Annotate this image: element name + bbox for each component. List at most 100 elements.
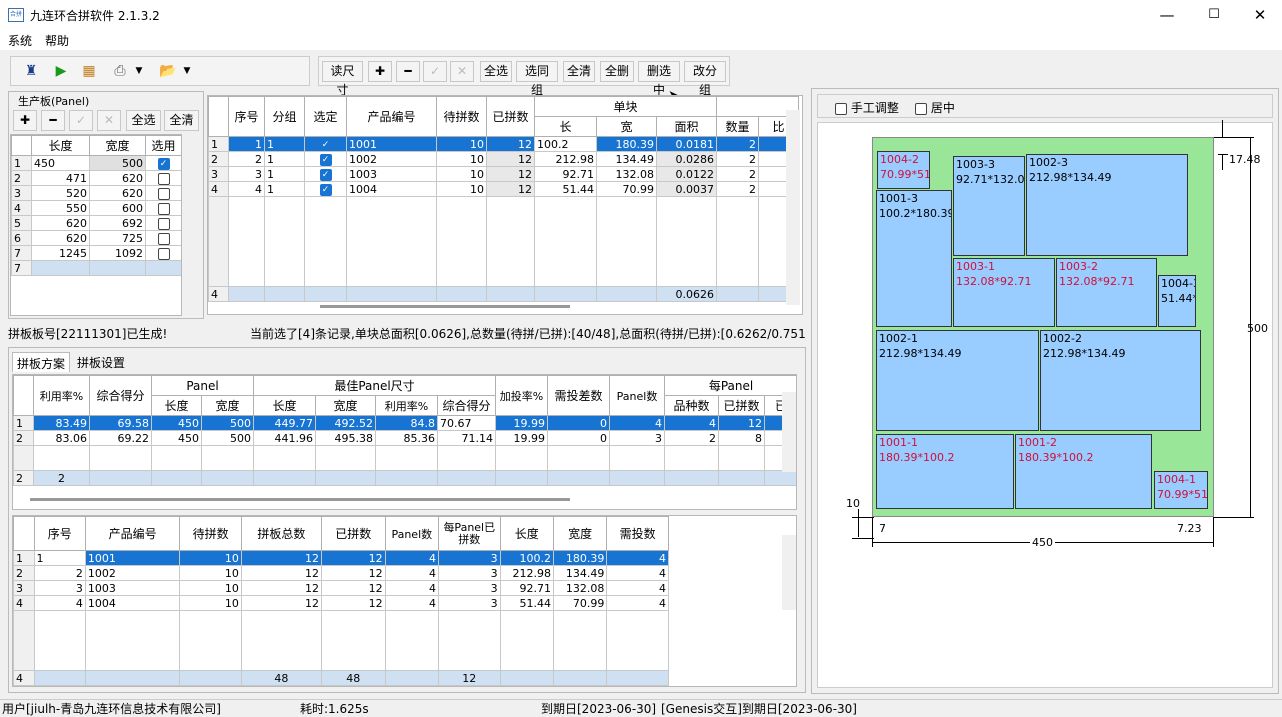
table-row[interactable]: 3 3 1003 10 12 12 4 3 92.71 132.08 4: [13, 580, 669, 596]
total-cell[interactable]: 12: [240, 595, 322, 611]
layout-piece[interactable]: 1001-1 180.39*100.2: [876, 434, 1014, 509]
bscore-cell[interactable]: 70.67: [437, 415, 496, 431]
col-len[interactable]: 长度: [499, 516, 554, 551]
products-h-scrollbar[interactable]: [320, 305, 570, 308]
code-cell[interactable]: 1003: [84, 580, 181, 596]
col-width[interactable]: 宽度: [89, 135, 146, 156]
layout-piece[interactable]: 1001-2 180.39*100.2: [1015, 434, 1152, 509]
row-header[interactable]: 4: [11, 200, 32, 216]
change-group-button[interactable]: 改分组: [684, 61, 726, 97]
pwid-cell[interactable]: 500: [201, 415, 254, 431]
maximize-button[interactable]: ☐: [1191, 2, 1237, 28]
need-cell[interactable]: 4: [606, 580, 669, 596]
len-cell[interactable]: 92.71: [499, 580, 554, 596]
use-checkbox[interactable]: [145, 245, 181, 261]
use-checkbox[interactable]: [145, 170, 181, 186]
row-header[interactable]: 3: [13, 580, 35, 596]
len-cell[interactable]: 92.71: [534, 166, 597, 182]
col-total[interactable]: 拼板总数: [240, 516, 322, 551]
table-row[interactable]: 7 1245 1092: [11, 245, 181, 261]
per-panel-cell[interactable]: 3: [437, 550, 501, 566]
wid-cell[interactable]: 134.49: [552, 565, 608, 581]
col-need[interactable]: 需投数: [606, 516, 669, 551]
plan-h-scrollbar[interactable]: [30, 498, 570, 501]
qty-cell[interactable]: 2: [716, 136, 760, 152]
area-cell[interactable]: 0.0286: [655, 151, 718, 167]
seq-cell[interactable]: 4: [228, 181, 265, 197]
table-row[interactable]: 2 2 1002 10 12 12 4 3 212.98 134.49 4: [13, 565, 669, 581]
panel-count-cell[interactable]: 4: [384, 550, 439, 566]
panel-count-cell[interactable]: 3: [609, 430, 665, 446]
done-cell[interactable]: 12: [320, 550, 386, 566]
layout-piece[interactable]: 1002-1 212.98*134.49: [876, 330, 1039, 431]
width-cell[interactable]: 725: [89, 230, 146, 246]
diff-cell[interactable]: 0: [547, 415, 610, 431]
len-cell[interactable]: 51.44: [534, 181, 597, 197]
per-done-cell[interactable]: 12: [718, 415, 765, 431]
length-cell[interactable]: 550: [31, 200, 90, 216]
pending-cell[interactable]: 10: [436, 166, 487, 182]
selected-checkbox[interactable]: ✓: [304, 181, 347, 197]
done-cell[interactable]: 12: [486, 166, 535, 182]
manual-adjust-checkbox[interactable]: 手工调整: [835, 99, 899, 116]
col-code[interactable]: 产品编号: [84, 516, 181, 551]
table-row[interactable]: 3 520 620: [11, 185, 181, 201]
util-cell[interactable]: 83.06: [33, 430, 90, 446]
util-cell[interactable]: 83.49: [33, 415, 90, 431]
wid-cell[interactable]: 132.08: [596, 166, 657, 182]
code-cell[interactable]: 1002: [346, 151, 437, 167]
table-icon[interactable]: ▦: [77, 60, 101, 82]
table-row[interactable]: 4 4 1 ✓ 1004 10 12 51.44 70.99 0.0037 2: [208, 181, 800, 197]
printer-dropdown-icon[interactable]: ▼: [132, 60, 146, 82]
open-folder-icon[interactable]: 📂: [156, 60, 180, 82]
qty-cell[interactable]: 2: [716, 181, 760, 197]
selected-checkbox[interactable]: ✓: [304, 166, 347, 182]
seq-cell[interactable]: 1: [33, 550, 86, 566]
code-cell[interactable]: 1004: [84, 595, 181, 611]
plen-cell[interactable]: 450: [151, 415, 202, 431]
use-checkbox[interactable]: [145, 230, 181, 246]
select-all-button[interactable]: 全选: [480, 61, 512, 82]
len-cell[interactable]: 212.98: [534, 151, 597, 167]
play-icon[interactable]: ▶: [49, 60, 73, 82]
panel-count-cell[interactable]: 4: [609, 415, 665, 431]
products-v-scrollbar[interactable]: [786, 110, 800, 305]
col-group[interactable]: 分组: [264, 96, 305, 137]
diff-cell[interactable]: 0: [547, 430, 610, 446]
panel-count-cell[interactable]: 4: [384, 565, 439, 581]
pending-cell[interactable]: 10: [179, 550, 242, 566]
col-add-rate[interactable]: 加投率%: [495, 375, 548, 416]
layout-piece[interactable]: 1004-3 51.44*70.99: [1158, 275, 1196, 327]
table-row[interactable]: 4 4 1004 10 12 12 4 3 51.44 70.99 4: [13, 595, 669, 611]
width-cell[interactable]: 620: [89, 170, 146, 186]
table-row[interactable]: 5 620 692: [11, 215, 181, 231]
row-header[interactable]: 3: [208, 166, 229, 182]
pending-cell[interactable]: 10: [179, 580, 242, 596]
plen-cell[interactable]: 450: [151, 430, 202, 446]
col-done[interactable]: 已拼数: [486, 96, 535, 137]
add-button[interactable]: ✚: [368, 61, 392, 82]
blen-cell[interactable]: 441.96: [253, 430, 316, 446]
pending-cell[interactable]: 10: [436, 181, 487, 197]
printer-icon[interactable]: ⎙: [108, 60, 132, 82]
plan-v-scrollbar[interactable]: [782, 392, 796, 472]
length-cell[interactable]: 1245: [31, 245, 90, 261]
layout-piece[interactable]: 1004-1 70.99*51.44: [1154, 471, 1208, 509]
table-row[interactable]: 3 3 1 ✓ 1003 10 12 92.71 132.08 0.0122 2: [208, 166, 800, 182]
wid-cell[interactable]: 132.08: [552, 580, 608, 596]
score-cell[interactable]: 69.58: [89, 415, 152, 431]
length-cell[interactable]: 520: [31, 185, 90, 201]
table-row[interactable]: 1 450 500 ✓: [11, 155, 181, 171]
row-header[interactable]: 2: [13, 565, 35, 581]
col-qty[interactable]: 数量: [716, 116, 760, 137]
read-size-button[interactable]: 读尺寸: [322, 61, 363, 97]
col-seq[interactable]: 序号: [33, 516, 86, 551]
table-row[interactable]: 4 550 600: [11, 200, 181, 216]
col-done[interactable]: 已拼数: [320, 516, 386, 551]
col-length[interactable]: 长度: [31, 135, 90, 156]
seq-cell[interactable]: 1: [228, 136, 265, 152]
use-checkbox[interactable]: [145, 200, 181, 216]
layout-piece[interactable]: 1002-2 212.98*134.49: [1040, 330, 1201, 431]
selected-checkbox[interactable]: ✓: [304, 136, 347, 152]
table-row[interactable]: 1 1 1 ✓ 1001 10 12 100.2 180.39 0.0181 2: [208, 136, 800, 152]
